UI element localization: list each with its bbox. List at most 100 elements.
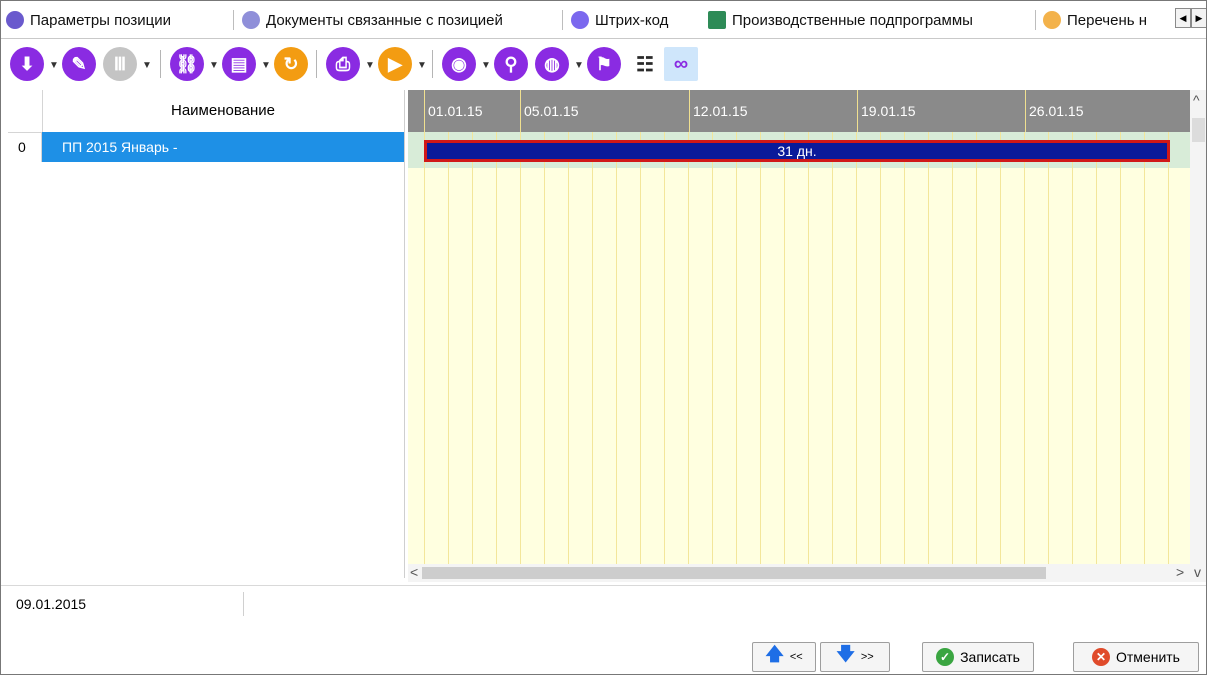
- row-number-header: [8, 90, 43, 132]
- names-grid: Наименование 0 ПП 2015 Январь -: [8, 90, 405, 578]
- refresh-icon[interactable]: ↻: [274, 47, 308, 81]
- name-column-header[interactable]: Наименование: [42, 90, 404, 132]
- day-gridline: [856, 132, 857, 564]
- day-gridline: [1120, 132, 1121, 564]
- timeline-date: 19.01.15: [861, 103, 916, 119]
- close-icon: ✕: [1092, 648, 1110, 666]
- table-row[interactable]: 0 ПП 2015 Январь -: [8, 132, 404, 162]
- save-label: Записать: [960, 649, 1020, 665]
- save-button[interactable]: ✓ Записать: [922, 642, 1034, 672]
- columns-icon[interactable]: Ⅲ: [103, 47, 137, 81]
- eye-icon[interactable]: ◉: [442, 47, 476, 81]
- tab-divider: [233, 10, 234, 30]
- scrollbar-thumb[interactable]: [422, 567, 1046, 579]
- tree-icon[interactable]: ☷: [628, 47, 662, 81]
- barcode-icon: [571, 11, 589, 29]
- day-gridline: [1072, 132, 1073, 564]
- tab-scroll-left-button[interactable]: ◀: [1175, 8, 1191, 28]
- chevron-down-icon[interactable]: ▼: [574, 60, 584, 71]
- tab-parameters[interactable]: Параметры позиции: [6, 6, 171, 34]
- chevron-up-icon[interactable]: ^: [1193, 92, 1200, 108]
- next-button[interactable]: 🡇 >>: [820, 642, 890, 672]
- timeline-date: 05.01.15: [524, 103, 579, 119]
- tab-scroll-right-button[interactable]: ▶: [1191, 8, 1207, 28]
- day-gridline: [1168, 132, 1169, 564]
- document-icon[interactable]: ▤: [222, 47, 256, 81]
- day-gridline: [880, 132, 881, 564]
- tab-label: Параметры позиции: [30, 11, 172, 29]
- day-gridline: [1000, 132, 1001, 564]
- prev-button[interactable]: 🡅 <<: [752, 642, 816, 672]
- search-icon[interactable]: ⚲: [494, 47, 528, 81]
- day-gridline: [808, 132, 809, 564]
- download-icon[interactable]: ⬇: [10, 47, 44, 81]
- prev-label: <<: [789, 651, 803, 663]
- footer-bar: 🡅 << 🡇 >> ✓ Записать ✕ Отменить: [0, 622, 1207, 675]
- timeline-date: 26.01.15: [1029, 103, 1084, 119]
- tab-documents[interactable]: Документы связанные с позицией: [242, 6, 503, 34]
- list-icon: [1043, 11, 1061, 29]
- grid-table-icon: [708, 11, 726, 29]
- tab-production-subprograms[interactable]: Производственные подпрограммы: [708, 6, 973, 34]
- status-divider: [243, 592, 244, 616]
- day-gridline: [952, 132, 953, 564]
- glasses-icon[interactable]: ∞: [664, 47, 698, 81]
- vertical-scrollbar[interactable]: ^: [1190, 90, 1207, 564]
- play-icon[interactable]: ▶: [378, 47, 412, 81]
- day-gridline: [568, 132, 569, 564]
- gantt-chart: 01.01.15 05.01.15 12.01.15 19.01.15 26.0…: [408, 90, 1190, 564]
- timeline-tick: [857, 90, 858, 132]
- chevron-down-icon[interactable]: ▼: [261, 60, 271, 71]
- day-gridline: [1048, 132, 1049, 564]
- cancel-button[interactable]: ✕ Отменить: [1073, 642, 1199, 672]
- link-icon[interactable]: ⛓: [170, 47, 204, 81]
- toolbar: ⬇ ▼ ✎ Ⅲ ▼ ⛓ ▼ ▤ ▼ ↻ ⎙ ▼ ▶ ▼ ◉ ▼ ⚲ ◍ ▼ ⚑ …: [0, 40, 1207, 90]
- tab-divider: [1035, 10, 1036, 30]
- chevron-down-icon[interactable]: ▼: [417, 60, 427, 71]
- print-icon[interactable]: ⎙: [326, 47, 360, 81]
- day-gridline: [424, 132, 425, 564]
- parameters-icon: [6, 11, 24, 29]
- flag-icon[interactable]: ⚑: [587, 47, 621, 81]
- tab-divider: [562, 10, 563, 30]
- day-gridline: [640, 132, 641, 564]
- chevron-down-icon[interactable]: ▼: [209, 60, 219, 71]
- day-gridline: [904, 132, 905, 564]
- timeline-tick: [424, 90, 425, 132]
- timeline-tick: [689, 90, 690, 132]
- timeline-tick: [520, 90, 521, 132]
- toolbar-divider: [160, 50, 161, 78]
- scrollbar-thumb[interactable]: [1192, 118, 1205, 142]
- chevron-down-icon[interactable]: ▼: [142, 60, 152, 71]
- day-gridline: [784, 132, 785, 564]
- tab-bar: Параметры позиции Документы связанные с …: [0, 0, 1207, 39]
- gantt-timeline-header: 01.01.15 05.01.15 12.01.15 19.01.15 26.0…: [408, 90, 1190, 132]
- chevron-right-icon[interactable]: >: [1176, 564, 1184, 580]
- tab-label: Производственные подпрограммы: [732, 11, 973, 29]
- row-name[interactable]: ПП 2015 Январь -: [42, 132, 404, 162]
- documents-icon: [242, 11, 260, 29]
- day-gridline: [832, 132, 833, 564]
- toolbar-divider: [432, 50, 433, 78]
- day-gridline: [736, 132, 737, 564]
- tab-barcode[interactable]: Штрих-код: [571, 6, 668, 34]
- toolbar-divider: [316, 50, 317, 78]
- next-label: >>: [860, 651, 874, 663]
- horizontal-scrollbar[interactable]: < > v: [408, 564, 1207, 582]
- chevron-down-icon[interactable]: v: [1194, 564, 1201, 580]
- gantt-task-bar[interactable]: 31 дн.: [424, 140, 1170, 162]
- grid-header: Наименование: [8, 90, 404, 133]
- current-date: 09.01.2015: [16, 596, 87, 612]
- chevron-down-icon[interactable]: ▼: [49, 60, 59, 71]
- edit-icon[interactable]: ✎: [62, 47, 96, 81]
- day-gridline: [448, 132, 449, 564]
- chevron-left-icon[interactable]: <: [410, 564, 418, 580]
- tab-list[interactable]: Перечень н: [1043, 6, 1147, 34]
- day-gridline: [496, 132, 497, 564]
- globe-icon[interactable]: ◍: [535, 47, 569, 81]
- day-gridline: [544, 132, 545, 564]
- checkmark-icon: ✓: [936, 648, 955, 666]
- chevron-down-icon[interactable]: ▼: [365, 60, 375, 71]
- chevron-down-icon[interactable]: ▼: [481, 60, 491, 71]
- day-gridline: [1096, 132, 1097, 564]
